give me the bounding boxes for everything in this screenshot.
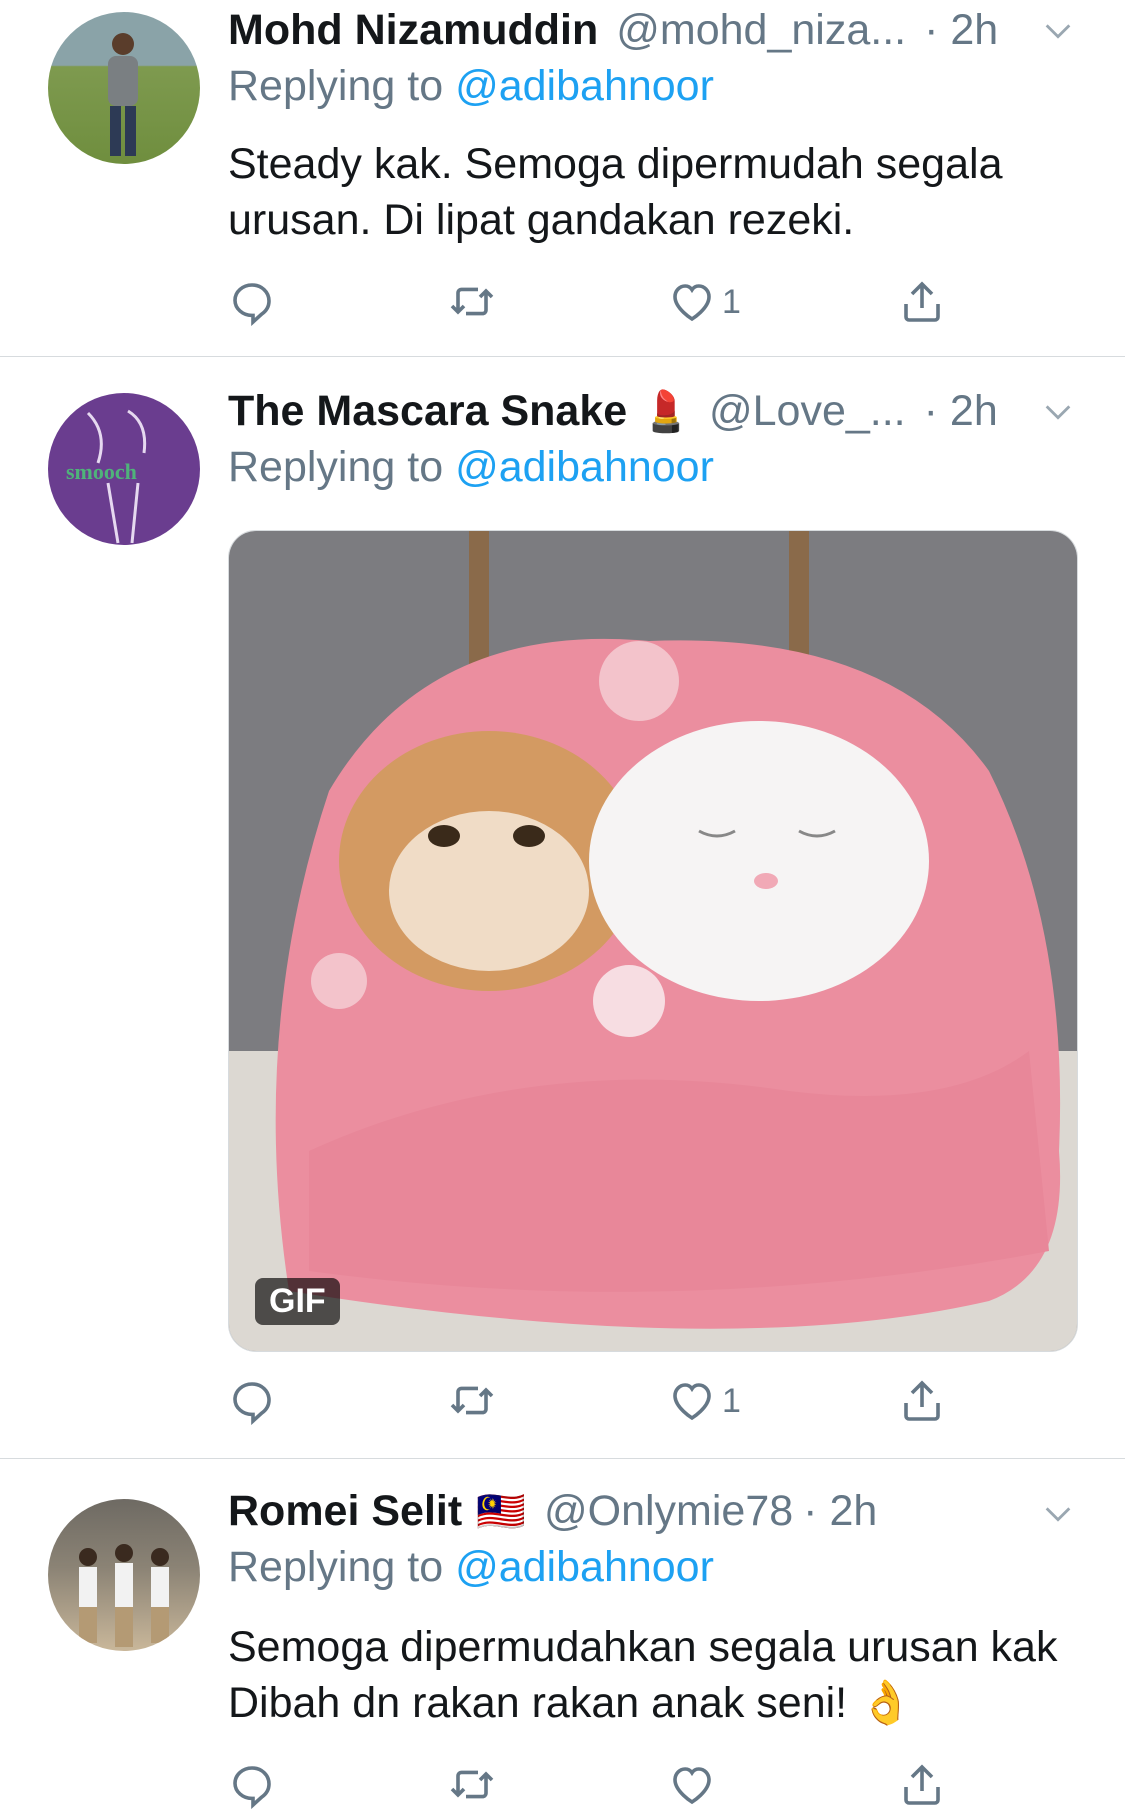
retweet-icon — [450, 1770, 494, 1799]
replying-to: Replying to @adibahnoor — [228, 443, 714, 492]
chevron-down-icon[interactable] — [1041, 14, 1075, 48]
like-icon — [673, 284, 711, 322]
reply-icon — [233, 1766, 271, 1809]
avatar-person-image — [108, 33, 138, 156]
like-button[interactable]: 1 — [668, 1371, 741, 1431]
tweet-actions: 1 — [228, 272, 988, 332]
share-button[interactable] — [898, 1755, 946, 1815]
like-count: 1 — [722, 1381, 741, 1420]
username[interactable]: @Onlymie78 — [544, 1487, 793, 1536]
tweet-header: Romei Selit 🇲🇾 @Onlymie78 · 2h — [228, 1481, 877, 1541]
replying-to: Replying to @adibahnoor — [228, 62, 714, 111]
share-icon — [904, 1380, 940, 1421]
gif-media[interactable]: GIF — [228, 530, 1078, 1352]
name-emoji: 💄 — [641, 389, 691, 434]
replying-to-handle[interactable]: @adibahnoor — [455, 1543, 714, 1591]
share-icon — [904, 1764, 940, 1805]
replying-to-handle[interactable]: @adibahnoor — [455, 62, 714, 110]
name-emoji: 🇲🇾 — [476, 1489, 526, 1534]
share-button[interactable] — [898, 272, 946, 332]
chevron-down-icon[interactable] — [1041, 395, 1075, 429]
retweet-button[interactable] — [448, 1371, 496, 1431]
tweet-text: Semoga dipermudahkan segala urusan kak D… — [228, 1623, 1058, 1727]
avatar[interactable]: smooch — [48, 393, 200, 545]
retweet-button[interactable] — [448, 1755, 496, 1815]
timestamp[interactable]: · 2h — [924, 387, 998, 436]
share-button[interactable] — [898, 1371, 946, 1431]
like-button[interactable] — [668, 1755, 722, 1815]
like-button[interactable]: 1 — [668, 272, 741, 332]
tweet-header: The Mascara Snake 💄 @Love_... · 2h — [228, 381, 998, 441]
tweet-2[interactable]: smooch The Mascara Snake 💄 @Love_... · 2… — [0, 357, 1125, 1457]
tweet-actions — [228, 1755, 988, 1815]
replying-to: Replying to @adibahnoor — [228, 1543, 714, 1592]
replying-to-label: Replying to — [228, 443, 456, 491]
reply-button[interactable] — [228, 1371, 276, 1431]
retweet-icon — [450, 287, 494, 316]
avatar[interactable] — [48, 12, 200, 164]
avatar-text: smooch — [66, 459, 137, 484]
display-name[interactable]: Romei Selit — [228, 1487, 462, 1536]
gif-image-cats-in-blanket — [229, 531, 1077, 1351]
avatar[interactable] — [48, 1499, 200, 1651]
replying-to-label: Replying to — [228, 1543, 456, 1591]
username[interactable]: @Love_... — [709, 387, 906, 436]
tweet-header: Mohd Nizamuddin @mohd_niza... · 2h — [228, 0, 998, 60]
reply-icon — [233, 1382, 271, 1425]
avatar-illustration: smooch — [66, 409, 147, 544]
retweet-icon — [450, 1386, 494, 1415]
display-name[interactable]: The Mascara Snake — [228, 387, 627, 436]
replying-to-handle[interactable]: @adibahnoor — [455, 443, 714, 491]
reply-icon — [233, 283, 271, 326]
tweet-text: Steady kak. Semoga dipermudah segala uru… — [228, 140, 1003, 244]
timestamp[interactable]: · 2h — [924, 6, 998, 55]
like-icon — [673, 1383, 711, 1421]
replying-to-label: Replying to — [228, 62, 456, 110]
like-count: 1 — [722, 282, 741, 321]
avatar-group-photo — [79, 1544, 169, 1647]
gif-badge: GIF — [255, 1278, 340, 1325]
reply-button[interactable] — [228, 272, 276, 332]
share-icon — [904, 281, 940, 322]
tweet-3[interactable]: Romei Selit 🇲🇾 @Onlymie78 · 2h Replying … — [0, 1459, 1125, 1812]
like-icon — [673, 1767, 711, 1805]
chevron-down-icon[interactable] — [1041, 1497, 1075, 1531]
tweet-actions: 1 — [228, 1371, 988, 1431]
tweet-1[interactable]: Mohd Nizamuddin @mohd_niza... · 2h Reply… — [0, 0, 1125, 356]
retweet-button[interactable] — [448, 272, 496, 332]
username[interactable]: @mohd_niza... — [616, 6, 906, 55]
reply-button[interactable] — [228, 1755, 276, 1815]
timestamp[interactable]: · 2h — [803, 1487, 877, 1536]
display-name[interactable]: Mohd Nizamuddin — [228, 6, 598, 55]
